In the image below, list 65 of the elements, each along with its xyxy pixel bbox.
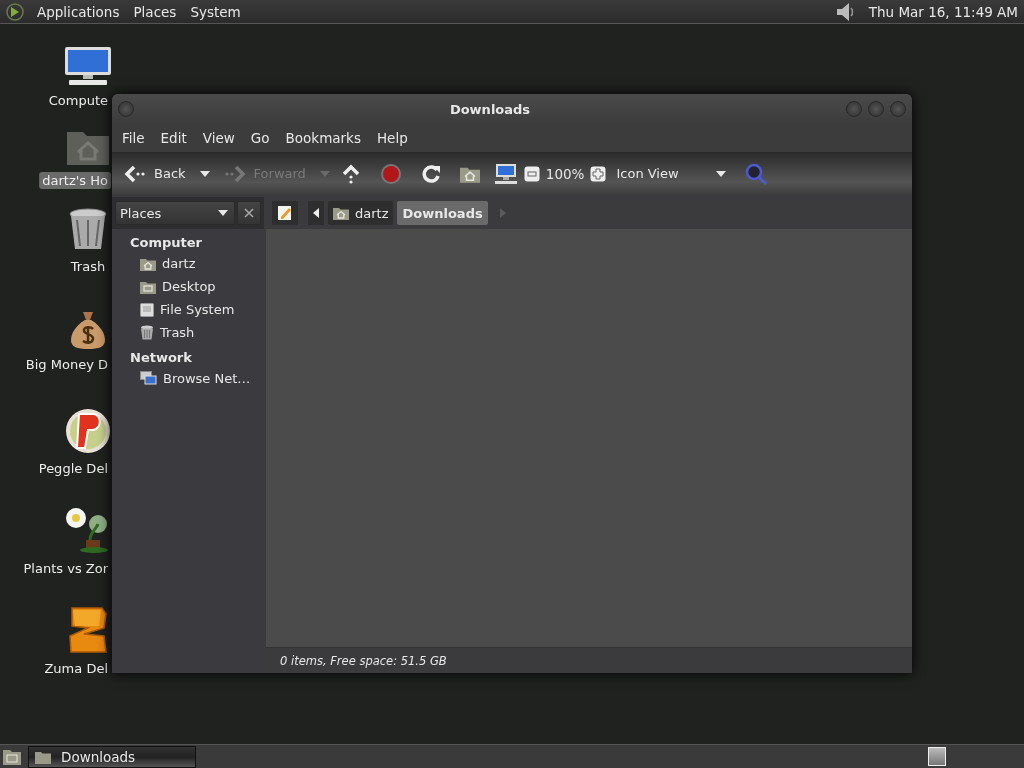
computer-icon [63,46,113,86]
block-icon [68,606,108,654]
edit-location-button[interactable] [272,201,298,225]
zoom-out-icon[interactable] [523,165,540,182]
pencil-note-icon [277,205,293,221]
sidebar-item[interactable]: Desktop [162,279,216,294]
close-sidebar-button[interactable] [237,201,261,225]
menu-item[interactable]: Go [244,128,276,148]
desktop-icon-label[interactable]: Big Money D [22,356,111,373]
money-bag-icon [70,310,106,350]
caret-icon [319,170,330,177]
workspace-switcher[interactable] [928,747,946,766]
panel-menu[interactable]: Places [132,1,178,22]
desktop-icon-label[interactable]: Peggle Del [35,460,111,477]
path-left-button[interactable] [308,201,324,225]
menu-item[interactable]: Bookmarks [279,128,367,148]
desktop-icon-label[interactable]: dartz's Ho [39,172,111,189]
home-folder-icon [333,206,349,220]
drive-icon [140,302,154,317]
folder-icon [35,749,51,764]
sidebar-item[interactable]: Trash [160,325,195,340]
back-arrow-icon [124,163,146,184]
sidebar-item[interactable]: Browse Net… [163,371,251,386]
menu-item[interactable]: Edit [154,128,193,148]
taskbar-button[interactable]: Downloads [28,745,196,768]
zoom-in-icon[interactable] [590,165,607,182]
desktop-icon-label[interactable]: Zuma Del [41,660,111,677]
stop-icon[interactable] [379,162,402,185]
sidebar-item[interactable]: File System [160,302,235,317]
sidebar-selector[interactable]: Places [115,201,235,225]
trash-icon [68,208,108,252]
caret-icon [716,170,727,177]
zoom-level: 100% [545,165,585,182]
desktop-folder-icon [140,279,156,294]
panel-menu[interactable]: System [189,1,242,22]
trash-icon [140,325,154,340]
menu-item[interactable]: Help [370,128,414,148]
menu-item[interactable]: View [196,128,241,148]
computer-icon[interactable] [493,162,518,185]
logo-icon[interactable] [6,2,24,21]
show-desktop-icon[interactable] [2,747,22,766]
path-button[interactable]: Downloads [397,201,488,225]
path-button[interactable]: dartz [328,201,394,225]
left-arrow-icon [313,208,319,218]
caret-icon [218,210,228,216]
desktop-icon-label[interactable]: Compute [45,92,111,109]
ball-icon [65,408,111,454]
caret-icon [199,170,210,177]
menu-item[interactable]: File [116,128,151,148]
view-dropdown[interactable]: Icon View [612,163,731,184]
back-button[interactable]: Back [120,160,190,187]
desktop-icon-label[interactable]: Trash [67,258,109,275]
status-bar: 0 items, Free space: 51.5 GB [266,647,912,673]
clock[interactable]: Thu Mar 16, 11:49 AM [868,3,1018,20]
home-folder-icon [140,256,156,271]
sidebar-heading: Computer [130,234,203,250]
sidebar-heading: Network [130,349,192,365]
close-icon [244,208,254,218]
search-icon[interactable] [744,161,769,186]
window-title: Downloads [448,101,532,117]
forward-arrow-icon [223,163,246,184]
sidebar-item[interactable]: dartz [162,256,196,271]
desktop-icon-label[interactable]: Plants vs Zor [20,560,111,577]
network-icon [140,371,157,386]
panel-menu[interactable]: Applications [36,1,121,22]
